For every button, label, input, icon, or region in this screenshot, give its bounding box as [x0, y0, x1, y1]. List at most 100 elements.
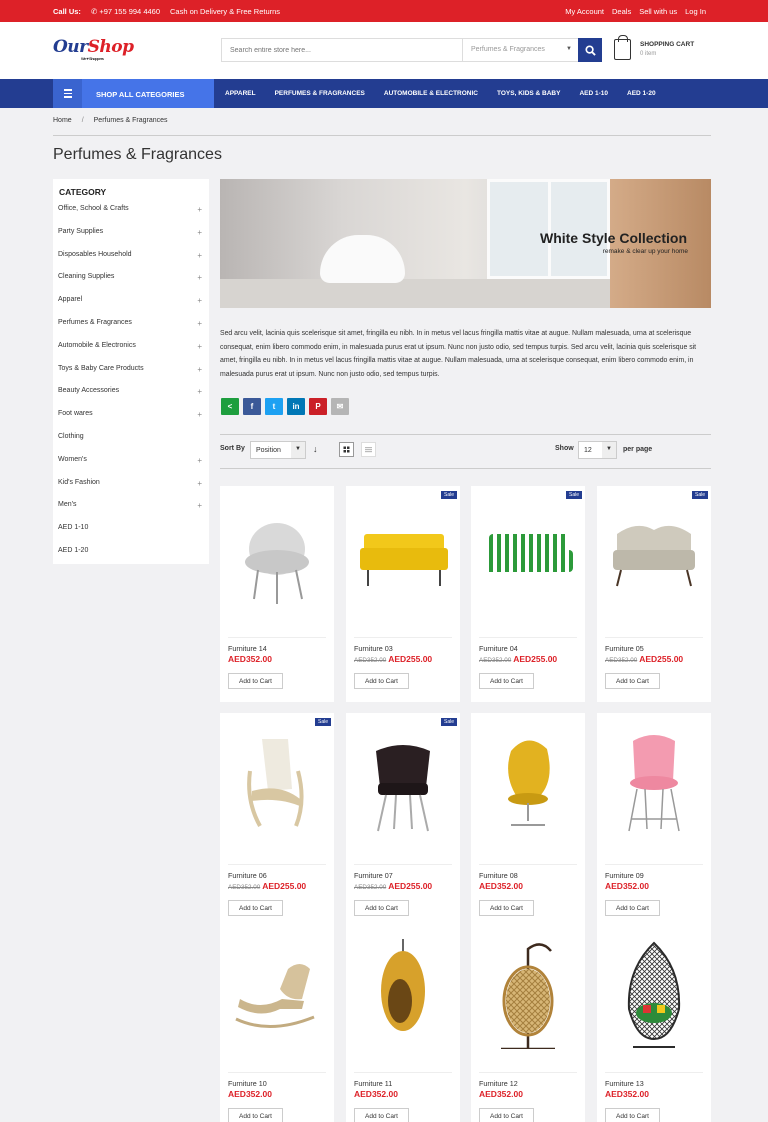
deals-link[interactable]: Deals	[612, 7, 631, 16]
product-image[interactable]	[607, 939, 701, 1049]
expand-plus-icon[interactable]: +	[197, 228, 202, 237]
search-input[interactable]	[222, 39, 462, 61]
product-card[interactable]: Sale Furniture 06 AED352.00 AED255.00 Add to…	[220, 713, 334, 929]
limiter-select[interactable]: 12 ▼	[578, 441, 617, 459]
logo[interactable]: OurShop We ♥ Shoppers	[53, 37, 134, 61]
product-name[interactable]: Furniture 05	[605, 644, 644, 653]
product-image[interactable]	[481, 939, 575, 1049]
expand-plus-icon[interactable]: +	[197, 251, 202, 260]
list-view-icon[interactable]	[361, 442, 376, 457]
facebook-icon[interactable]: f	[243, 398, 261, 415]
add-to-cart-button[interactable]: Add to Cart	[354, 1108, 409, 1122]
product-image[interactable]	[356, 504, 450, 614]
product-image[interactable]	[481, 731, 575, 841]
add-to-cart-button[interactable]: Add to Cart	[605, 673, 660, 689]
expand-plus-icon[interactable]: +	[197, 205, 202, 214]
nav-item-aed-1-10[interactable]: AED 1-10	[579, 90, 608, 97]
product-card[interactable]: Furniture 13 AED352.00 Add to Cart	[597, 921, 711, 1122]
product-name[interactable]: Furniture 09	[605, 871, 644, 880]
add-to-cart-button[interactable]: Add to Cart	[228, 673, 283, 689]
add-to-cart-button[interactable]: Add to Cart	[228, 1108, 283, 1122]
sidebar-item[interactable]: Toys & Baby Care Products +	[53, 365, 209, 388]
add-to-cart-button[interactable]: Add to Cart	[605, 900, 660, 916]
expand-plus-icon[interactable]: +	[197, 387, 202, 396]
nav-item-apparel[interactable]: APPAREL	[225, 90, 256, 97]
twitter-icon[interactable]: t	[265, 398, 283, 415]
product-image[interactable]	[356, 731, 450, 841]
product-name[interactable]: Furniture 12	[479, 1079, 518, 1088]
expand-plus-icon[interactable]: +	[197, 296, 202, 305]
sidebar-item[interactable]: Women's +	[53, 456, 209, 479]
product-name[interactable]: Furniture 06	[228, 871, 267, 880]
sidebar-item[interactable]: Office, School & Crafts +	[53, 205, 209, 228]
expand-plus-icon[interactable]: +	[197, 456, 202, 465]
sidebar-item[interactable]: AED 1-20	[53, 547, 209, 570]
category-select[interactable]: Perfumes & Fragrances ▼	[462, 39, 578, 61]
sort-direction-icon[interactable]: ↓	[313, 444, 318, 454]
nav-item-automobile[interactable]: AUTOMOBILE & ELECTRONIC	[384, 90, 478, 97]
product-name[interactable]: Furniture 03	[354, 644, 393, 653]
sidebar-item[interactable]: Party Supplies +	[53, 228, 209, 251]
shopping-cart[interactable]: SHOPPING CART 0 item	[614, 35, 724, 67]
product-image[interactable]	[481, 504, 575, 614]
product-card[interactable]: Furniture 11 AED352.00 Add to Cart	[346, 921, 460, 1122]
add-to-cart-button[interactable]: Add to Cart	[228, 900, 283, 916]
product-image[interactable]	[230, 939, 324, 1049]
product-image[interactable]	[356, 939, 450, 1049]
email-icon[interactable]: ✉	[331, 398, 349, 415]
add-to-cart-button[interactable]: Add to Cart	[479, 1108, 534, 1122]
product-name[interactable]: Furniture 07	[354, 871, 393, 880]
sidebar-item[interactable]: Disposables Household +	[53, 251, 209, 274]
nav-item-perfumes[interactable]: PERFUMES & FRAGRANCES	[275, 90, 365, 97]
sidebar-item[interactable]: Automobile & Electronics +	[53, 342, 209, 365]
sidebar-item[interactable]: Men's +	[53, 501, 209, 524]
nav-item-toys[interactable]: TOYS, KIDS & BABY	[497, 90, 560, 97]
linkedin-icon[interactable]: in	[287, 398, 305, 415]
expand-plus-icon[interactable]: +	[197, 501, 202, 510]
my-account-link[interactable]: My Account	[565, 7, 604, 16]
login-link[interactable]: Log In	[685, 7, 706, 16]
product-image[interactable]	[230, 731, 324, 841]
expand-plus-icon[interactable]: +	[197, 365, 202, 374]
product-image[interactable]	[607, 731, 701, 841]
nav-item-aed-1-20[interactable]: AED 1-20	[627, 90, 656, 97]
product-image[interactable]	[607, 504, 701, 614]
grid-view-icon[interactable]	[339, 442, 354, 457]
pinterest-icon[interactable]: P	[309, 398, 327, 415]
product-name[interactable]: Furniture 13	[605, 1079, 644, 1088]
product-name[interactable]: Furniture 10	[228, 1079, 267, 1088]
expand-plus-icon[interactable]: +	[197, 479, 202, 488]
sell-with-us-link[interactable]: Sell with us	[639, 7, 677, 16]
sidebar-item[interactable]: AED 1-10	[53, 524, 209, 547]
add-to-cart-button[interactable]: Add to Cart	[479, 900, 534, 916]
search-button[interactable]	[578, 38, 602, 62]
expand-plus-icon[interactable]: +	[197, 410, 202, 419]
sidebar-item[interactable]: Foot wares +	[53, 410, 209, 433]
product-card[interactable]: Furniture 14 AED352.00 Add to Cart	[220, 486, 334, 702]
product-name[interactable]: Furniture 08	[479, 871, 518, 880]
sidebar-item[interactable]: Cleaning Supplies +	[53, 273, 209, 296]
share-icon[interactable]: <	[221, 398, 239, 415]
product-card[interactable]: Furniture 08 AED352.00 Add to Cart	[471, 713, 585, 929]
product-card[interactable]: Sale Furniture 07 AED352.00 AED255.00 Add to…	[346, 713, 460, 929]
product-name[interactable]: Furniture 11	[354, 1079, 392, 1088]
breadcrumb-home[interactable]: Home	[53, 117, 72, 124]
product-card[interactable]: Furniture 10 AED352.00 Add to Cart	[220, 921, 334, 1122]
product-card[interactable]: Furniture 12 AED352.00 Add to Cart	[471, 921, 585, 1122]
add-to-cart-button[interactable]: Add to Cart	[605, 1108, 660, 1122]
add-to-cart-button[interactable]: Add to Cart	[354, 673, 409, 689]
product-card[interactable]: Sale Furniture 04 AED352.00 AED255.00 Add to…	[471, 486, 585, 702]
add-to-cart-button[interactable]: Add to Cart	[479, 673, 534, 689]
sort-select[interactable]: Position ▼	[250, 441, 306, 459]
product-name[interactable]: Furniture 04	[479, 644, 518, 653]
sidebar-item[interactable]: Perfumes & Fragrances +	[53, 319, 209, 342]
product-card[interactable]: Furniture 09 AED352.00 Add to Cart	[597, 713, 711, 929]
sidebar-item[interactable]: Beauty Accessories +	[53, 387, 209, 410]
expand-plus-icon[interactable]: +	[197, 319, 202, 328]
sidebar-item[interactable]: Clothing	[53, 433, 209, 456]
expand-plus-icon[interactable]: +	[197, 273, 202, 282]
product-card[interactable]: Sale Furniture 03 AED352.00 AED255.00 Add to…	[346, 486, 460, 702]
product-card[interactable]: Sale Furniture 05 AED352.00 AED255.00 Add to…	[597, 486, 711, 702]
sidebar-item[interactable]: Apparel +	[53, 296, 209, 319]
sidebar-item[interactable]: Kid's Fashion +	[53, 479, 209, 502]
